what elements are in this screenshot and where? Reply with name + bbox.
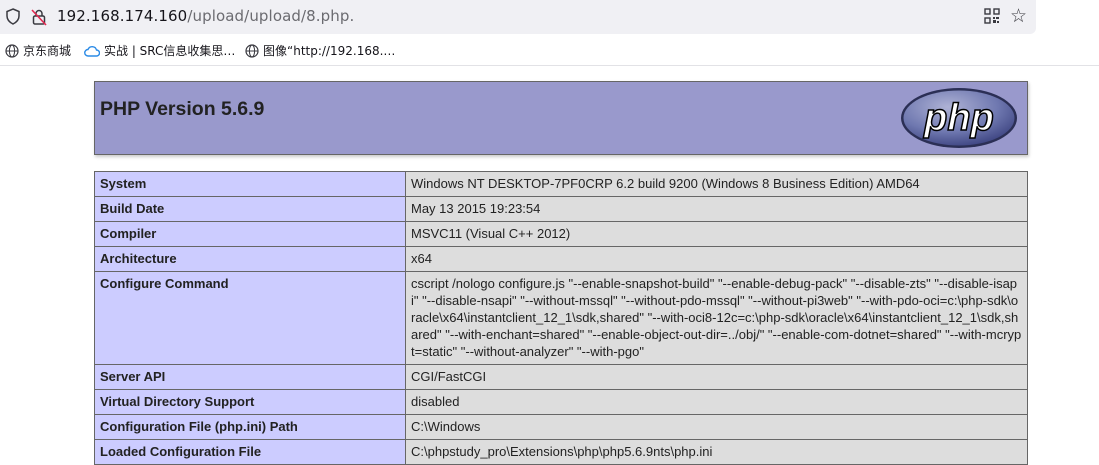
- row-value: CGI/FastCGI: [405, 364, 1028, 390]
- page-title: PHP Version 5.6.9: [100, 98, 265, 120]
- table-row: Configuration File (php.ini) Path C:\Win…: [94, 414, 1028, 440]
- row-value: C:\Windows: [405, 414, 1028, 440]
- row-value: cscript /nologo configure.js "--enable-s…: [405, 271, 1028, 365]
- bookmark-item-src[interactable]: 实战 | SRC信息收集思…: [84, 42, 235, 59]
- table-row: Loaded Configuration File C:\phpstudy_pr…: [94, 439, 1028, 465]
- url-host: 192.168.174.160: [57, 7, 188, 25]
- table-row: Architecture x64: [94, 246, 1028, 272]
- php-logo[interactable]: php: [900, 87, 1018, 149]
- table-row: Build Date May 13 2015 19:23:54: [94, 196, 1028, 222]
- bookmark-label: 实战 | SRC信息收集思…: [104, 44, 236, 58]
- row-key: Architecture: [94, 246, 406, 272]
- row-key: Virtual Directory Support: [94, 389, 406, 415]
- row-value: MSVC11 (Visual C++ 2012): [405, 221, 1028, 247]
- table-row: System Windows NT DESKTOP-7PF0CRP 6.2 bu…: [94, 171, 1028, 197]
- row-key: Configure Command: [94, 271, 406, 365]
- row-key: Server API: [94, 364, 406, 390]
- bookmark-label: 京东商城: [23, 44, 72, 58]
- row-value: May 13 2015 19:23:54: [405, 196, 1028, 222]
- row-key: Compiler: [94, 221, 406, 247]
- table-row: Configure Command cscript /nologo config…: [94, 271, 1028, 365]
- globe-icon: [245, 43, 259, 58]
- bookmark-item-image[interactable]: 图像“http://192.168.…: [245, 42, 395, 59]
- row-value: C:\phpstudy_pro\Extensions\php\php5.6.9n…: [405, 439, 1028, 465]
- row-value: Windows NT DESKTOP-7PF0CRP 6.2 build 920…: [405, 171, 1028, 197]
- row-key: System: [94, 171, 406, 197]
- bookmark-star-icon[interactable]: ☆: [1010, 6, 1027, 26]
- row-key: Build Date: [94, 196, 406, 222]
- address-bar[interactable]: 192.168.174.160/upload/upload/8.php. ☆: [0, 0, 1036, 34]
- php-info-table: System Windows NT DESKTOP-7PF0CRP 6.2 bu…: [94, 171, 1028, 465]
- table-row: Server API CGI/FastCGI: [94, 364, 1028, 390]
- toolbar-divider: [0, 65, 1099, 66]
- bookmark-item-jd[interactable]: 京东商城: [5, 42, 71, 59]
- shield-icon[interactable]: [6, 8, 20, 29]
- insecure-lock-icon[interactable]: [31, 8, 47, 30]
- globe-icon: [5, 43, 19, 58]
- row-key: Loaded Configuration File: [94, 439, 406, 465]
- cloud-icon: [84, 45, 100, 57]
- qr-code-icon[interactable]: [984, 8, 1000, 28]
- row-value: disabled: [405, 389, 1028, 415]
- url-path: /upload/upload/8.php.: [187, 7, 355, 25]
- bookmark-label: 图像“http://192.168.…: [263, 44, 396, 58]
- url-text[interactable]: 192.168.174.160/upload/upload/8.php.: [57, 7, 354, 25]
- row-key: Configuration File (php.ini) Path: [94, 414, 406, 440]
- table-row: Compiler MSVC11 (Visual C++ 2012): [94, 221, 1028, 247]
- php-version-header: PHP Version 5.6.9 php: [94, 81, 1028, 155]
- php-logo-text: php: [923, 97, 994, 139]
- table-row: Virtual Directory Support disabled: [94, 389, 1028, 415]
- row-value: x64: [405, 246, 1028, 272]
